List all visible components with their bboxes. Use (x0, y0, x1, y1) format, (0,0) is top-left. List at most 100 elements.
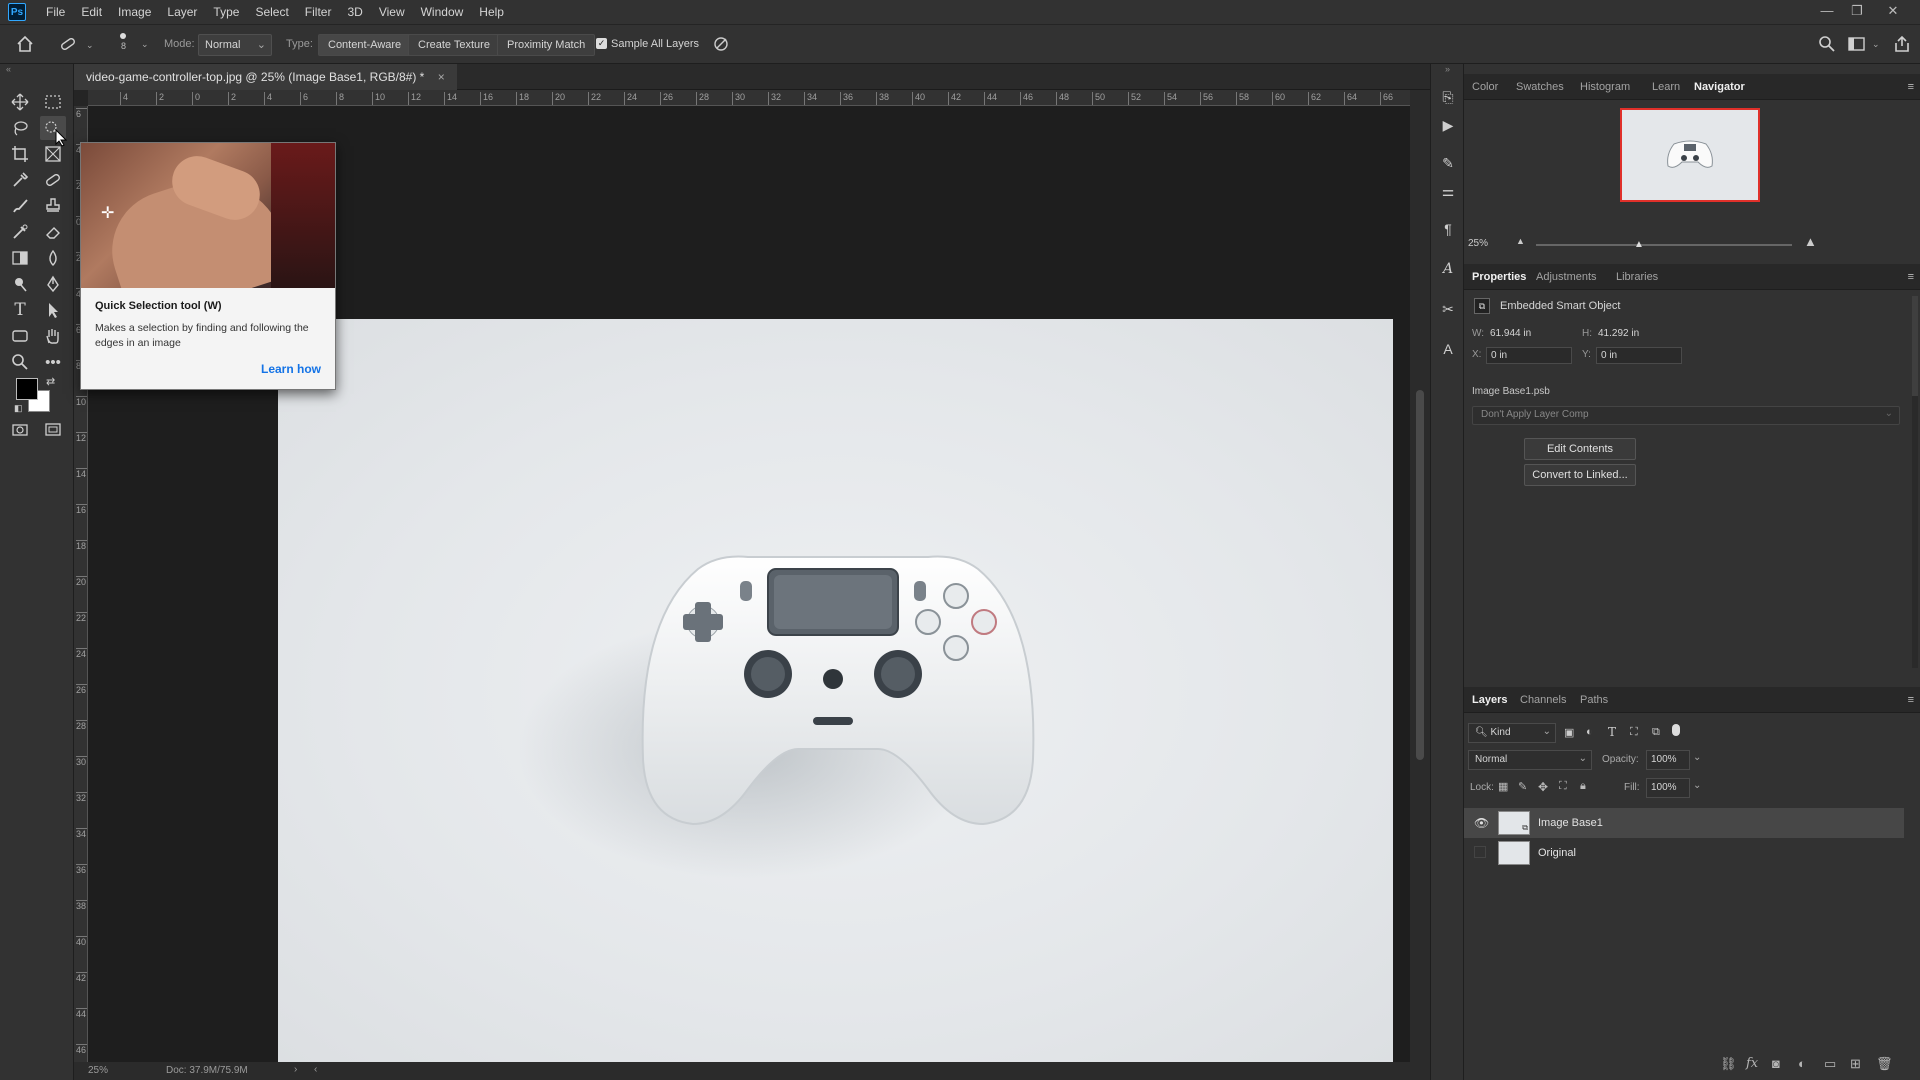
delete-layer-icon[interactable]: 🗑︎ (1876, 1056, 1893, 1072)
shape-layer-filter-icon[interactable]: ⛶ (1630, 726, 1638, 739)
menu-window[interactable]: Window (413, 0, 472, 24)
blur-tool-icon[interactable] (40, 246, 66, 270)
workspace-icon[interactable] (1848, 36, 1866, 55)
width-value[interactable]: 61.944 in (1490, 328, 1531, 339)
panel-menu-icon[interactable]: ≡ (1908, 694, 1914, 706)
brush-settings-icon[interactable]: ✎ (1437, 152, 1459, 174)
menu-help[interactable]: Help (471, 0, 512, 24)
convert-to-linked-button[interactable]: Convert to Linked... (1524, 464, 1636, 486)
clone-stamp-tool-icon[interactable] (40, 194, 66, 218)
tab-channels[interactable]: Channels (1520, 687, 1566, 713)
search-icon[interactable] (1818, 35, 1836, 56)
tab-properties[interactable]: Properties (1472, 264, 1526, 290)
add-mask-icon[interactable]: ◙ (1772, 1056, 1780, 1071)
tool-presets-icon[interactable]: ✂ (1437, 298, 1459, 320)
actions-panel-icon[interactable]: ▶ (1437, 114, 1459, 136)
document-image[interactable] (278, 319, 1393, 1063)
new-layer-icon[interactable]: ⊞ (1850, 1056, 1861, 1072)
rectangle-tool-icon[interactable] (7, 324, 33, 348)
adjustments-panel-icon[interactable]: ⚌ (1437, 180, 1459, 202)
layer-row[interactable]: Original (1464, 838, 1904, 868)
tab-learn[interactable]: Learn (1652, 74, 1680, 100)
navigator-zoom-value[interactable]: 25% (1468, 238, 1488, 249)
lock-image-icon[interactable]: ✎ (1518, 780, 1527, 793)
lasso-tool-icon[interactable] (7, 116, 33, 140)
menu-edit[interactable]: Edit (73, 0, 110, 24)
tab-libraries[interactable]: Libraries (1616, 264, 1658, 290)
fill-chevron-icon[interactable]: ⌄ (1693, 780, 1701, 791)
crop-tool-icon[interactable] (7, 142, 33, 166)
pen-tool-icon[interactable] (40, 272, 66, 296)
filter-toggle-icon[interactable] (1672, 724, 1680, 736)
pressure-size-icon[interactable] (712, 35, 730, 56)
history-panel-icon[interactable]: ⎘ (1437, 86, 1459, 108)
quick-mask-icon[interactable] (7, 418, 33, 442)
expand-panels-icon[interactable]: » (1445, 64, 1450, 74)
zoom-slider-thumb[interactable]: ▲ (1634, 239, 1644, 250)
link-layers-icon[interactable]: ⛓ (1720, 1056, 1737, 1072)
learn-how-link[interactable]: Learn how (261, 362, 321, 376)
proximity-match-button[interactable]: Proximity Match (497, 34, 596, 56)
share-icon[interactable] (1893, 35, 1911, 56)
tab-swatches[interactable]: Swatches (1516, 74, 1564, 100)
home-icon[interactable] (16, 35, 34, 56)
layer-name[interactable]: Original (1538, 847, 1576, 859)
edit-contents-button[interactable]: Edit Contents (1524, 438, 1636, 460)
photoshop-logo[interactable]: Ps (8, 3, 26, 21)
document-tab[interactable]: video-game-controller-top.jpg @ 25% (Ima… (74, 64, 457, 90)
workspace-chevron-icon[interactable]: ⌄ (1872, 39, 1880, 50)
menu-type[interactable]: Type (205, 0, 247, 24)
minimize-icon[interactable]: — (1812, 0, 1842, 24)
scroll-left-icon[interactable]: ‹ (314, 1064, 317, 1075)
close-window-icon[interactable]: ✕ (1878, 0, 1908, 24)
adjustment-layer-filter-icon[interactable]: ◐ (1586, 726, 1593, 738)
mode-select[interactable]: Normal ⌄ (198, 34, 272, 56)
tab-paths[interactable]: Paths (1580, 687, 1608, 713)
hand-tool-icon[interactable] (40, 324, 66, 348)
x-position-field[interactable]: 0 in (1486, 347, 1572, 364)
gradient-tool-icon[interactable] (7, 246, 33, 270)
eye-visibility-icon[interactable]: 👁︎ (1474, 816, 1489, 830)
menu-file[interactable]: File (38, 0, 73, 24)
more-tools-icon[interactable]: ••• (40, 350, 66, 374)
history-brush-icon[interactable] (7, 220, 33, 244)
layer-style-icon[interactable]: fx (1746, 1056, 1758, 1071)
zoom-tool-icon[interactable] (7, 350, 33, 374)
swap-colors-icon[interactable]: ⇄ (46, 375, 55, 388)
layer-comp-select[interactable]: Don't Apply Layer Comp ⌄ (1472, 406, 1900, 425)
spot-healing-brush-icon[interactable] (58, 35, 78, 56)
path-selection-icon[interactable] (40, 298, 66, 322)
new-adjustment-layer-icon[interactable]: ◐ (1798, 1056, 1806, 1071)
menu-3d[interactable]: 3D (339, 0, 370, 24)
menu-filter[interactable]: Filter (297, 0, 340, 24)
height-value[interactable]: 41.292 in (1598, 328, 1639, 339)
blend-mode-select[interactable]: Normal ⌄ (1468, 750, 1592, 770)
panel-menu-icon[interactable]: ≡ (1908, 81, 1914, 93)
vertical-scroll-thumb[interactable] (1416, 390, 1424, 760)
restore-icon[interactable]: ❐ (1842, 0, 1872, 24)
new-group-icon[interactable]: ▭ (1824, 1056, 1836, 1072)
lock-artboard-icon[interactable]: ⛶ (1559, 780, 1567, 793)
y-position-field[interactable]: 0 in (1596, 347, 1682, 364)
visibility-toggle-empty[interactable] (1474, 846, 1486, 858)
horizontal-ruler[interactable]: 4 2 0 2 4 6 8 10 12 14 16 18 20 22 24 26 28 30 32 34 36 38 40 4… (88, 90, 1430, 106)
layer-name[interactable]: Image Base1 (1538, 817, 1603, 829)
screen-mode-icon[interactable] (40, 418, 66, 442)
panel-menu-icon[interactable]: ≡ (1908, 271, 1914, 283)
smart-object-filter-icon[interactable]: ⧉ (1652, 726, 1660, 739)
tab-color[interactable]: Color (1472, 74, 1498, 100)
brush-preview-icon[interactable] (120, 33, 126, 39)
status-zoom[interactable]: 25% (88, 1065, 108, 1076)
type-tool-icon[interactable]: T (7, 298, 33, 322)
brush-picker-chevron-icon[interactable]: ⌄ (141, 39, 149, 50)
dodge-tool-icon[interactable] (7, 272, 33, 296)
properties-scrollbar[interactable] (1912, 296, 1918, 668)
tab-layers[interactable]: Layers (1472, 687, 1507, 713)
lock-position-icon[interactable]: ✥ (1538, 780, 1548, 794)
layer-filter-kind-select[interactable]: 🔍︎ Kind ⌄ (1468, 723, 1556, 743)
lock-transparent-icon[interactable]: ▦ (1498, 780, 1508, 793)
menu-view[interactable]: View (371, 0, 413, 24)
rectangular-marquee-icon[interactable] (40, 90, 66, 114)
glyphs-panel-icon[interactable]: A (1437, 338, 1459, 360)
lock-all-icon[interactable]: 🔒︎ (1580, 780, 1586, 793)
